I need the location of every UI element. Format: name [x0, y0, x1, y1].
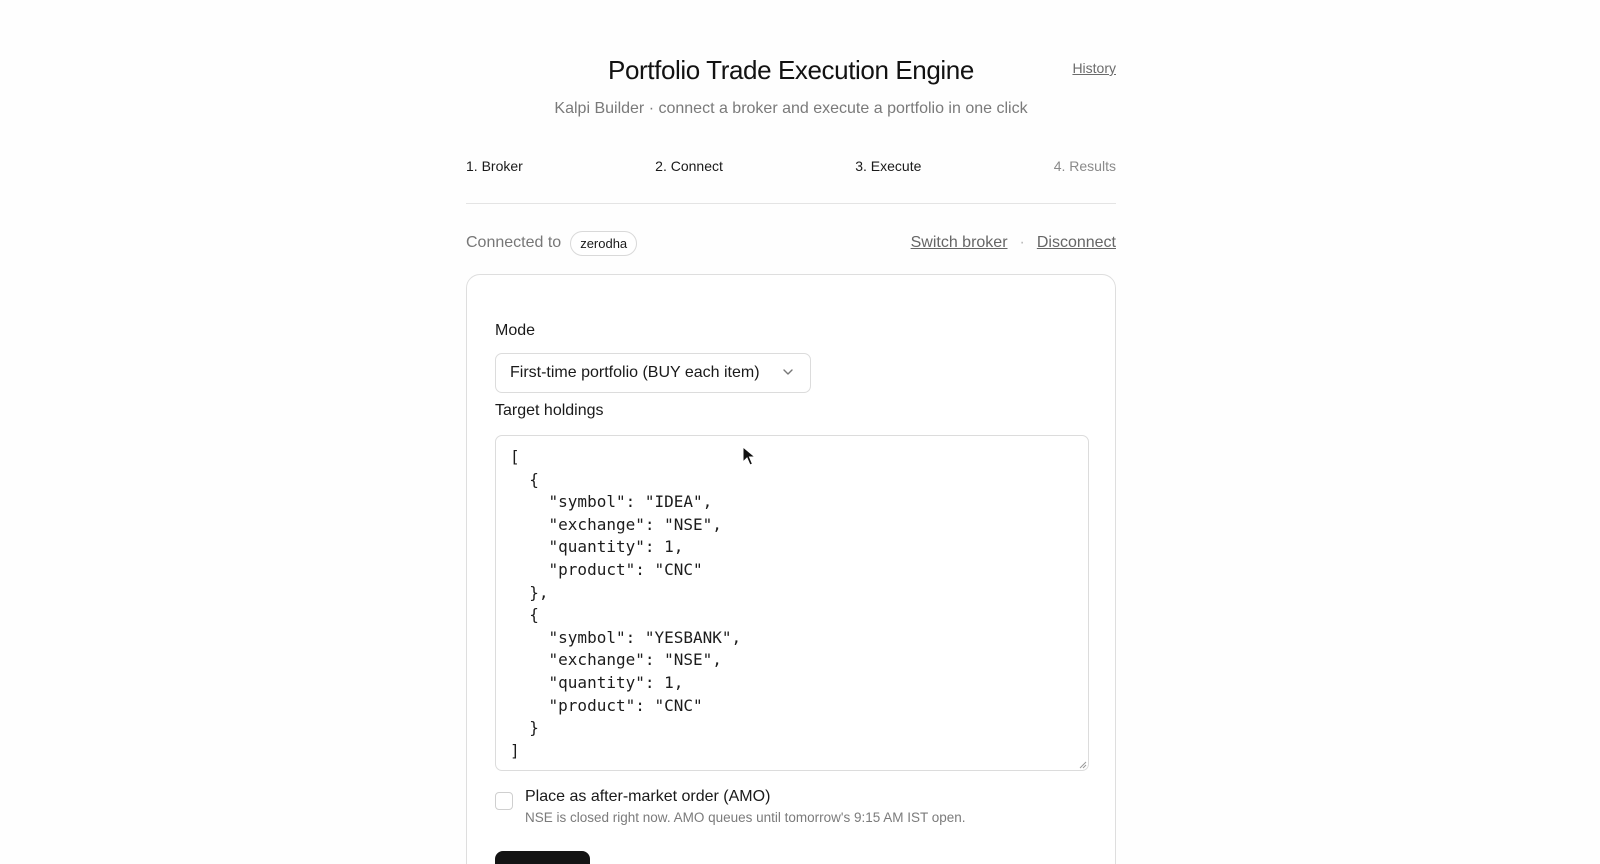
disconnect-link[interactable]: Disconnect — [1037, 234, 1116, 252]
connected-to-label: Connected to — [466, 234, 562, 251]
step-execute[interactable]: 3. Execute — [855, 158, 921, 203]
resize-handle-icon[interactable] — [1077, 759, 1087, 769]
page-title: Portfolio Trade Execution Engine — [608, 55, 974, 85]
execute-button[interactable] — [495, 851, 590, 864]
amo-help-text: NSE is closed right now. AMO queues unti… — [525, 810, 966, 825]
step-connect[interactable]: 2. Connect — [655, 158, 723, 203]
stepper: 1. Broker 2. Connect 3. Execute 4. Resul… — [466, 158, 1116, 204]
mode-select-value: First-time portfolio (BUY each item) — [510, 364, 760, 381]
connection-bar: Connected to zerodha Switch broker · Dis… — [466, 229, 1116, 257]
step-results: 4. Results — [1053, 158, 1116, 174]
amo-label: Place as after-market order (AMO) — [525, 788, 771, 805]
connection-status: Connected to zerodha — [466, 230, 638, 256]
chevron-down-icon — [783, 369, 793, 375]
connection-actions: Switch broker · Disconnect — [911, 234, 1116, 252]
target-holdings-textarea[interactable]: [ { "symbol": "IDEA", "exchange": "NSE",… — [495, 435, 1089, 771]
step-broker[interactable]: 1. Broker — [466, 158, 523, 203]
page-subtitle: Kalpi Builder · connect a broker and exe… — [554, 100, 1028, 117]
execute-card: Mode First-time portfolio (BUY each item… — [466, 274, 1116, 864]
mode-label: Mode — [495, 322, 536, 339]
switch-broker-link[interactable]: Switch broker — [911, 234, 1008, 252]
broker-badge: zerodha — [570, 230, 638, 256]
mode-select[interactable]: First-time portfolio (BUY each item) — [495, 353, 811, 393]
amo-checkbox[interactable] — [495, 792, 513, 810]
separator-dot: · — [1019, 234, 1025, 251]
page-container: History Portfolio Trade Execution Engine… — [466, 0, 1116, 864]
target-holdings-label: Target holdings — [495, 402, 604, 419]
